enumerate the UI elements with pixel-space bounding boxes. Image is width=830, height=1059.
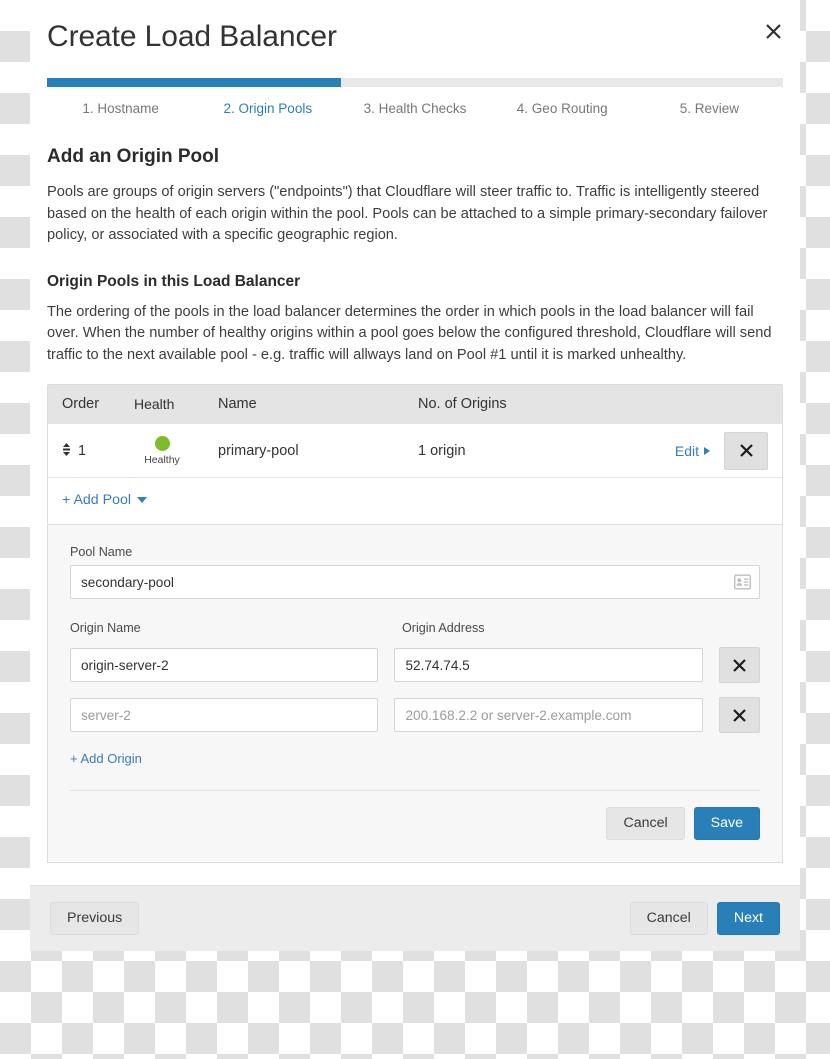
next-button[interactable]: Next xyxy=(716,902,780,935)
pool-order-value: 1 xyxy=(78,442,87,459)
close-icon xyxy=(733,708,746,722)
close-icon xyxy=(733,658,746,672)
wizard-steps: 1. Hostname 2. Origin Pools 3. Health Ch… xyxy=(30,66,800,118)
pool-order-cell: 1 xyxy=(62,443,134,459)
pool-health-cell: Healthy xyxy=(134,435,218,466)
step-review[interactable]: 5. Review xyxy=(636,99,783,118)
previous-button[interactable]: Previous xyxy=(50,902,140,935)
origin-address-input-1[interactable] xyxy=(394,648,703,682)
editor-actions: Cancel Save xyxy=(70,807,760,840)
close-icon-glyph xyxy=(765,23,781,39)
section-description: Pools are groups of origin servers ("end… xyxy=(47,184,768,243)
cancel-button[interactable]: Cancel xyxy=(629,902,708,935)
health-dot-icon xyxy=(154,435,170,451)
origin-address-wrap-2 xyxy=(394,698,703,732)
pool-name-cell: primary-pool xyxy=(218,442,299,459)
create-load-balancer-modal: Create Load Balancer 1. Hostname 2. Orig… xyxy=(30,0,800,951)
column-header-health: Health xyxy=(134,396,175,412)
origin-pools-table: Order Health Name No. of Origins 1 Healt… xyxy=(47,384,783,525)
close-icon xyxy=(739,444,753,457)
subsection-description: The ordering of the pools in the load ba… xyxy=(47,303,772,363)
modal-header: Create Load Balancer xyxy=(30,0,800,66)
step-hostname[interactable]: 1. Hostname xyxy=(47,99,194,118)
footer-right-actions: Cancel Next xyxy=(629,902,780,935)
health-status-label: Healthy xyxy=(144,453,180,466)
remove-origin-button-2[interactable] xyxy=(718,697,760,733)
step-origin-pools[interactable]: 2. Origin Pools xyxy=(194,99,341,118)
editor-save-button[interactable]: Save xyxy=(693,807,760,840)
origin-address-label: Origin Address xyxy=(402,621,485,635)
address-card-icon[interactable] xyxy=(733,574,752,590)
chevron-down-icon xyxy=(137,497,148,503)
section-heading: Add an Origin Pool xyxy=(47,146,220,167)
progress-track xyxy=(47,78,783,87)
add-pool-label: + Add Pool xyxy=(62,492,132,508)
step-health-checks[interactable]: 3. Health Checks xyxy=(341,99,488,118)
origin-name-wrap-2 xyxy=(70,698,379,732)
chevron-right-icon xyxy=(704,446,710,455)
origin-name-label: Origin Name xyxy=(70,621,141,635)
origin-name-wrap-1 xyxy=(70,648,379,682)
column-header-order: Order xyxy=(62,396,100,412)
table-header-row: Order Health Name No. of Origins xyxy=(48,385,782,423)
close-icon[interactable] xyxy=(760,18,786,44)
pool-origins-cell: 1 origin xyxy=(418,442,466,459)
pool-name-input-wrap xyxy=(70,565,760,599)
origin-row xyxy=(70,697,760,733)
drag-handle-icon[interactable] xyxy=(62,443,72,458)
origin-row xyxy=(70,647,760,683)
subsection-heading: Origin Pools in this Load Balancer xyxy=(47,272,301,290)
pool-editor-panel: Pool Name secondary-pool Origin Name Ori… xyxy=(47,525,783,863)
edit-pool-label: Edit xyxy=(674,442,699,459)
step-geo-routing[interactable]: 4. Geo Routing xyxy=(489,99,636,118)
add-pool-row: + Add Pool xyxy=(48,477,782,524)
column-header-origins: No. of Origins xyxy=(418,396,507,412)
status-badge: Healthy xyxy=(134,435,190,466)
progress-fill xyxy=(47,78,342,87)
modal-footer: Previous Cancel Next xyxy=(30,885,800,951)
origin-address-input-2[interactable] xyxy=(394,698,703,732)
editor-cancel-button[interactable]: Cancel xyxy=(606,807,685,840)
page-title: Create Load Balancer xyxy=(47,20,337,53)
origin-name-input-2[interactable] xyxy=(70,698,379,732)
edit-pool-link[interactable]: Edit xyxy=(675,443,710,459)
editor-divider xyxy=(70,790,760,791)
column-header-name: Name xyxy=(218,396,257,412)
address-card-glyph xyxy=(733,574,752,590)
add-pool-button[interactable]: + Add Pool xyxy=(62,492,148,508)
remove-origin-button-1[interactable] xyxy=(718,647,760,683)
pool-name-label: Pool Name xyxy=(70,545,133,559)
add-origin-button[interactable]: + Add Origin xyxy=(70,751,142,766)
remove-pool-button[interactable] xyxy=(724,431,768,470)
pool-name-input[interactable] xyxy=(70,565,760,599)
origin-address-wrap-1 xyxy=(394,648,703,682)
modal-content: Add an Origin Pool Pools are groups of o… xyxy=(30,118,800,863)
pool-actions-cell: Edit xyxy=(675,431,768,470)
origin-columns-header: Origin Name Origin Address xyxy=(70,621,760,641)
table-row: 1 Healthy primary-pool 1 origin Edit xyxy=(48,423,782,477)
updown-arrows-icon xyxy=(63,443,70,456)
step-labels: 1. Hostname 2. Origin Pools 3. Health Ch… xyxy=(47,99,783,118)
origin-name-input-1[interactable] xyxy=(70,648,379,682)
pool-name-field-group: Pool Name xyxy=(70,545,760,599)
